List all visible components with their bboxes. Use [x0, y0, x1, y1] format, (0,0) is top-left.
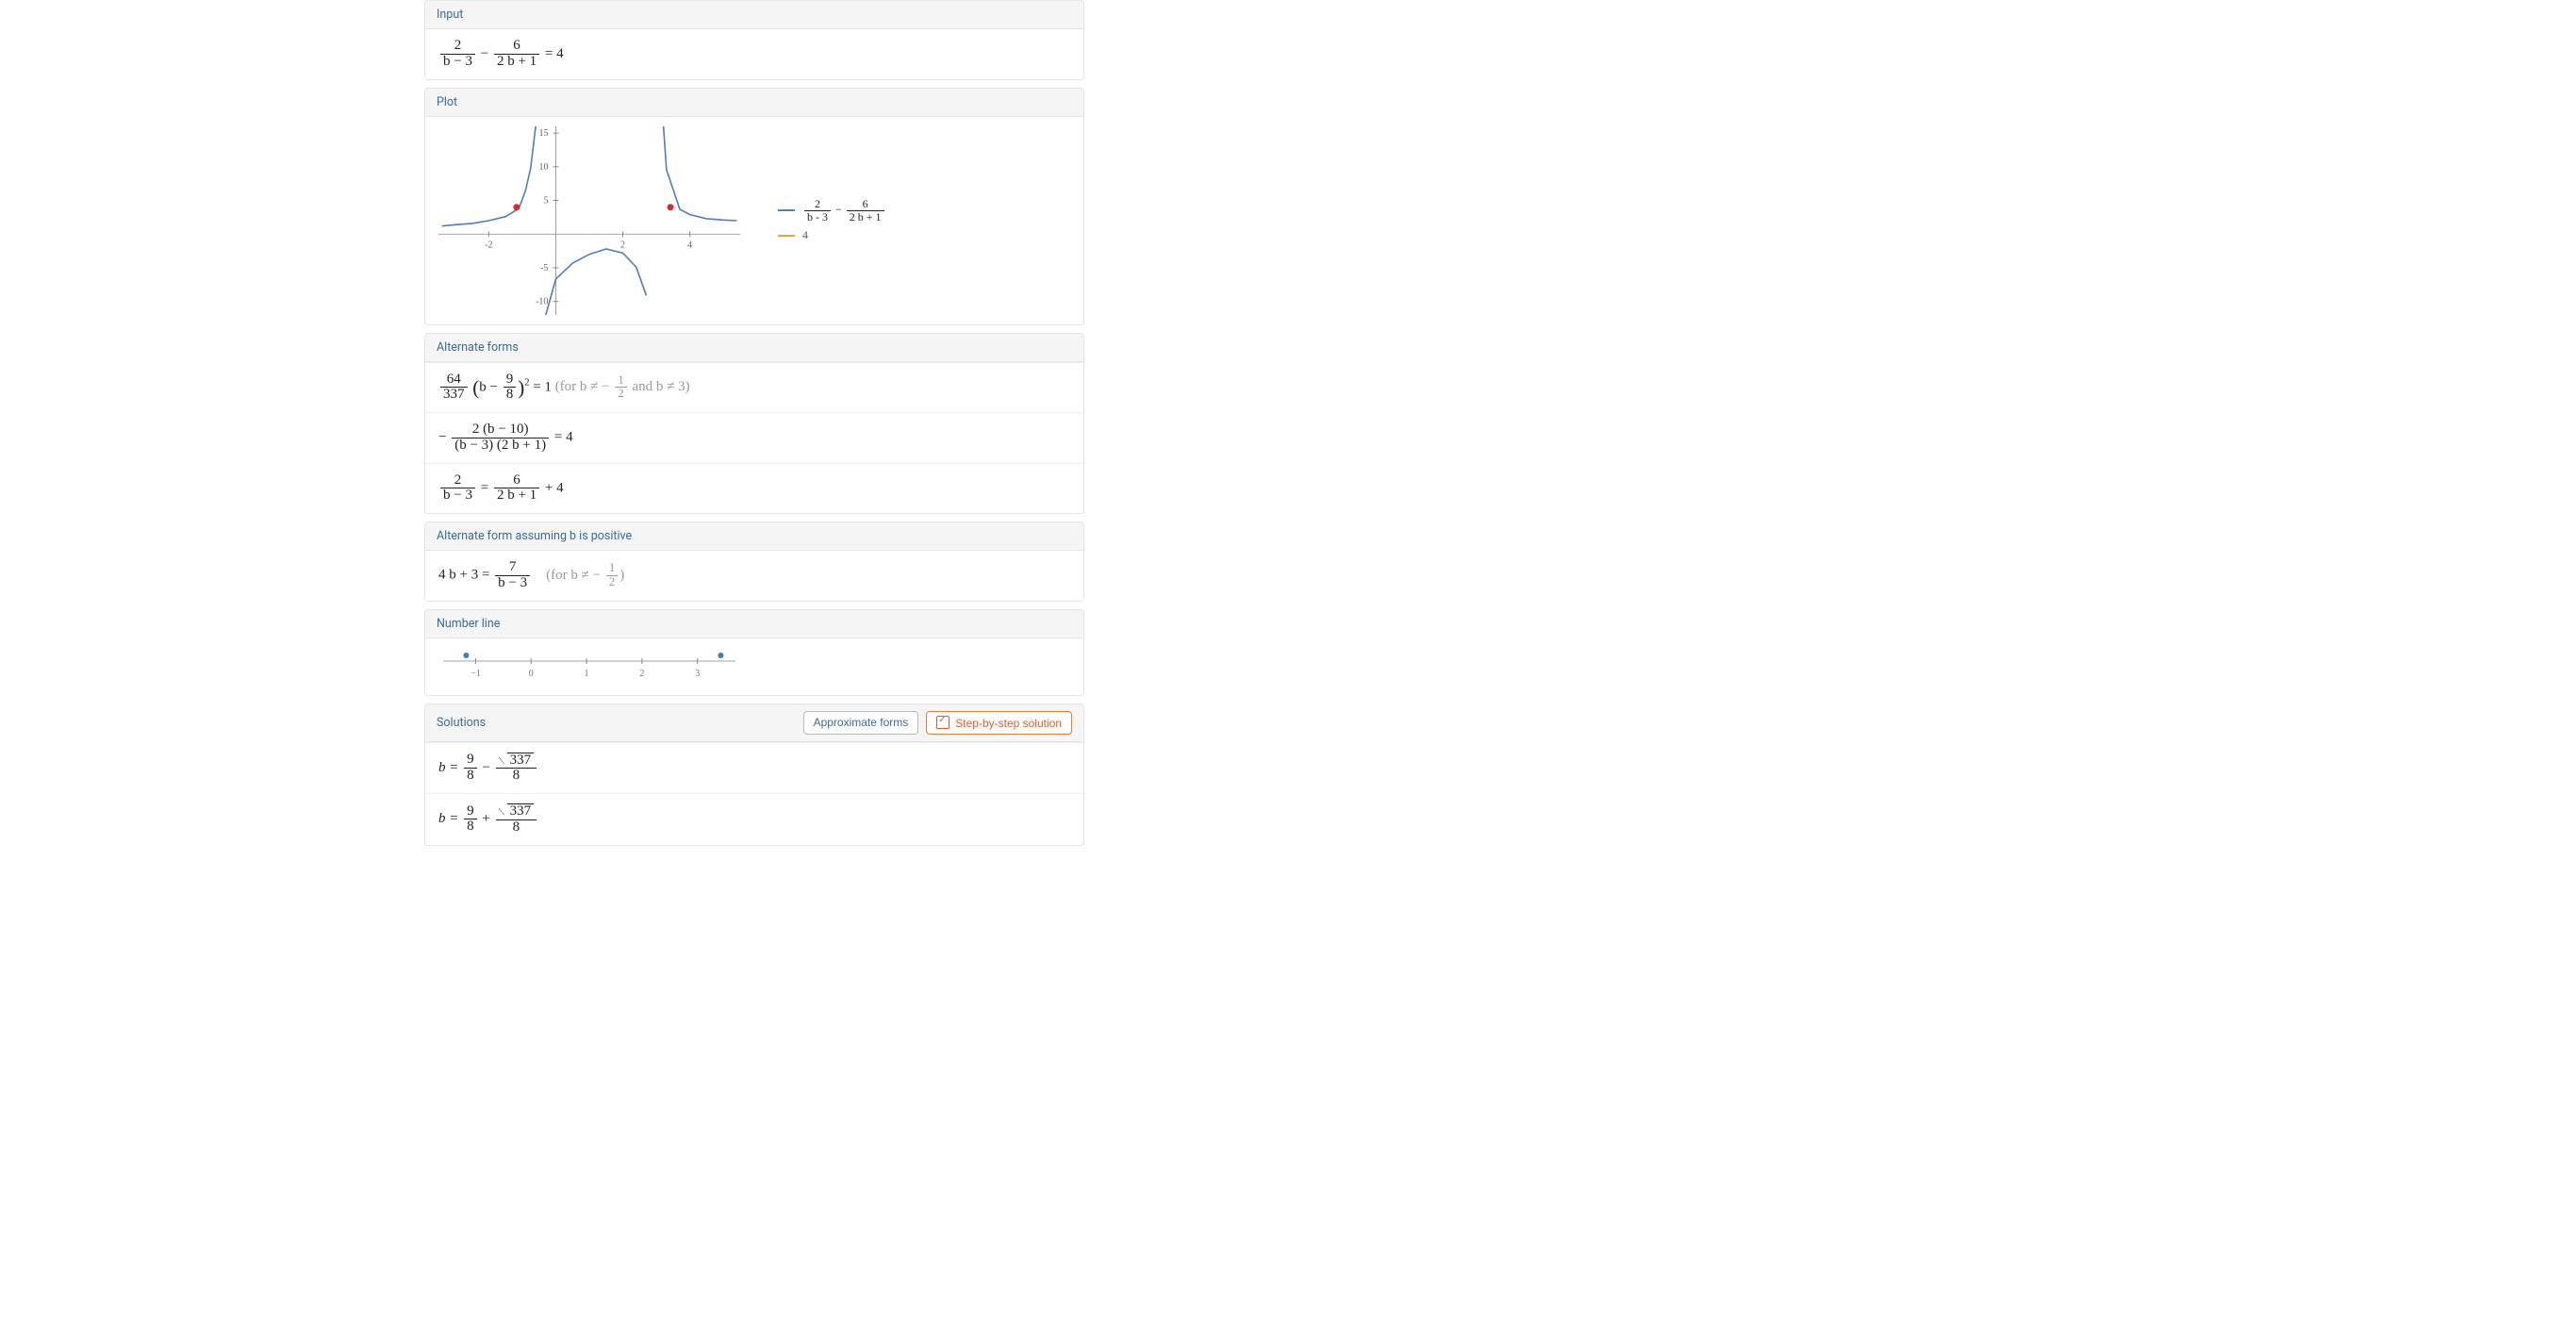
solutions-header: Solutions Approximate forms Step-by-step… — [425, 704, 1083, 742]
svg-text:-5: -5 — [540, 263, 548, 273]
solutions-pod: Solutions Approximate forms Step-by-step… — [424, 703, 1084, 846]
svg-text:2: 2 — [639, 669, 644, 679]
svg-text:15: 15 — [538, 128, 548, 139]
legend-row-const: 4 — [778, 228, 886, 242]
approximate-forms-button[interactable]: Approximate forms — [803, 711, 919, 735]
alt-form-1: 64337 (b − 98)2 = 1 (for b ≠ − 12 and b … — [425, 363, 1083, 413]
step-by-step-button[interactable]: Step-by-step solution — [926, 711, 1072, 735]
solutions-header-label: Solutions — [437, 716, 486, 730]
legend-swatch-blue — [778, 209, 795, 211]
input-content: 2b − 3 − 62 b + 1 = 4 — [425, 29, 1083, 79]
input-pod: Input 2b − 3 − 62 b + 1 = 4 — [424, 0, 1084, 80]
svg-text:3: 3 — [695, 669, 700, 679]
alt-form-2: − 2 (b − 10)(b − 3) (2 b + 1) = 4 — [425, 413, 1083, 463]
check-icon — [936, 716, 949, 729]
svg-text:−1: −1 — [471, 669, 481, 679]
numberline-svg: −1 0 1 2 3 — [438, 648, 740, 682]
svg-text:0: 0 — [529, 669, 534, 679]
legend-swatch-orange — [778, 235, 795, 237]
plot-svg: -2 2 4 -10 -5 5 10 15 — [438, 126, 740, 315]
plot-legend: 2b - 3 − 62 b + 1 4 — [778, 192, 886, 248]
svg-text:5: 5 — [543, 195, 548, 206]
numberline-content: −1 0 1 2 3 — [425, 638, 1083, 695]
plot-content: -2 2 4 -10 -5 5 10 15 2b - 3 − 62 b + 1 4 — [425, 117, 1083, 324]
input-expression: 2b − 3 − 62 b + 1 = 4 — [438, 46, 564, 61]
alt-forms-header-label: Alternate forms — [437, 340, 519, 355]
svg-text:2: 2 — [620, 240, 625, 250]
svg-text:-10: -10 — [536, 296, 548, 306]
alt-pos-expr: 4 b + 3 = 7b − 3 (for b ≠ − 12) — [425, 551, 1083, 601]
solution-2: b = 98 + 3378 — [425, 794, 1083, 845]
numberline-header-label: Number line — [437, 617, 500, 631]
alt-forms-pod: Alternate forms 64337 (b − 98)2 = 1 (for… — [424, 333, 1084, 515]
legend-row-curve: 2b - 3 − 62 b + 1 — [778, 198, 886, 223]
alt-form-3: 2b − 3 = 62 b + 1 + 4 — [425, 464, 1083, 514]
svg-text:10: 10 — [538, 161, 548, 172]
alt-forms-header: Alternate forms — [425, 334, 1083, 362]
plot-header-label: Plot — [437, 95, 457, 109]
plot-pod: Plot -2 2 4 -10 -5 5 10 15 2b - 3 − 62 b + 1 4 — [424, 88, 1084, 325]
input-header: Input — [425, 1, 1083, 29]
input-header-label: Input — [437, 8, 463, 22]
plot-header: Plot — [425, 89, 1083, 117]
numberline-header: Number line — [425, 610, 1083, 638]
svg-text:-2: -2 — [485, 240, 492, 250]
alt-pos-pod: Alternate form assuming b is positive 4 … — [424, 521, 1084, 602]
alt-pos-header-label: Alternate form assuming b is positive — [437, 529, 632, 543]
svg-text:1: 1 — [585, 669, 589, 679]
solution-1: b = 98 − 3378 — [425, 743, 1083, 794]
svg-text:4: 4 — [687, 240, 692, 250]
alt-pos-header: Alternate form assuming b is positive — [425, 522, 1083, 551]
numberline-pod: Number line −1 0 1 2 3 — [424, 609, 1084, 696]
